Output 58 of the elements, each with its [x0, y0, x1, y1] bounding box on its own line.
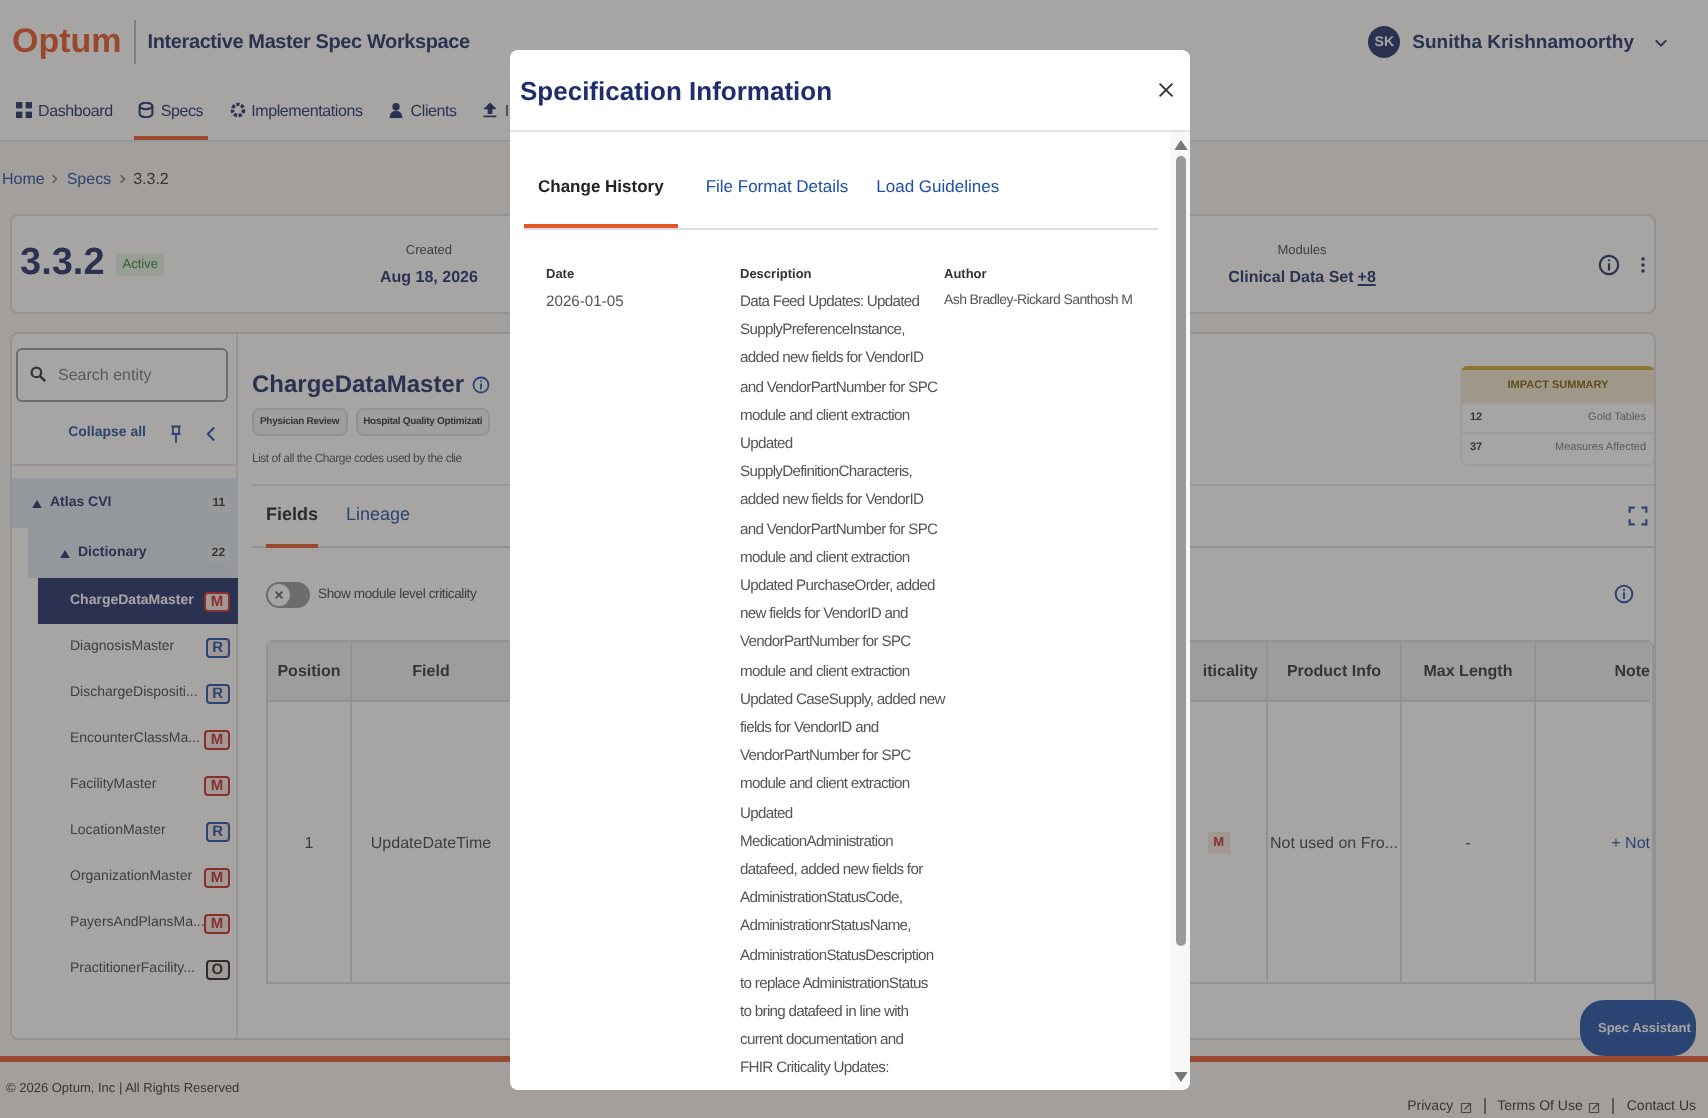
table-cell: -	[1402, 702, 1536, 982]
external-link-icon	[1459, 1102, 1472, 1114]
database-icon	[138, 102, 155, 118]
triangle-up-icon	[32, 499, 42, 507]
chevron-left-icon[interactable]	[206, 425, 216, 441]
chevron-right-icon	[119, 173, 126, 184]
external-link-icon	[1588, 1102, 1601, 1114]
person-icon	[388, 102, 405, 118]
expand-icon[interactable]	[1628, 506, 1648, 526]
column-header: Position	[268, 642, 352, 702]
arrow-down-icon[interactable]	[1173, 1072, 1187, 1082]
breadcrumb-item[interactable]: Home	[2, 169, 45, 188]
nav-tab[interactable]: Specs	[134, 84, 208, 140]
search-field[interactable]: Search entity	[16, 348, 228, 402]
dialog-tab[interactable]: Load Guidelines	[876, 148, 1000, 228]
modules-value: Clinical Data Set	[1228, 267, 1354, 286]
column-header: Field	[352, 642, 512, 702]
content-tab[interactable]: Fields	[266, 484, 319, 548]
table-cell: 1	[268, 702, 352, 982]
triangle-up-icon	[60, 549, 70, 557]
arrow-up-icon[interactable]	[1173, 140, 1187, 150]
breadcrumb-item: 3.3.2	[133, 169, 169, 188]
nav-tab[interactable]: I	[478, 84, 513, 140]
user-name[interactable]: Sunitha Krishnamoorthy	[1412, 31, 1634, 53]
chevron-right-icon	[52, 173, 59, 184]
spec-version: 3.3.2	[20, 242, 105, 287]
scrollbar[interactable]	[1170, 132, 1190, 1090]
nav-tab[interactable]: Dashboard	[12, 84, 117, 140]
gear-icon	[229, 102, 246, 118]
table-cell: Not used on Fro...	[1268, 702, 1402, 982]
column-header: Note	[1536, 642, 1650, 702]
nav-tab[interactable]: Implementations	[225, 84, 367, 140]
created-date: Aug 18, 2026	[380, 267, 478, 286]
cross-icon	[274, 589, 284, 599]
chevron-down-icon[interactable]	[1654, 37, 1668, 47]
column-header: Product Info	[1268, 642, 1402, 702]
upload-icon	[482, 102, 499, 118]
content-tab[interactable]: Lineage	[346, 484, 411, 548]
toggle-switch[interactable]	[266, 581, 310, 607]
info-icon[interactable]	[1614, 584, 1634, 604]
logo: Optum	[12, 22, 122, 62]
modules-more-link[interactable]: +8	[1357, 267, 1376, 286]
add-note-link[interactable]: + Not	[1611, 833, 1650, 851]
nav-tab[interactable]: Clients	[384, 84, 461, 140]
search-icon	[30, 366, 46, 382]
entity-title: ChargeDataMaster	[252, 370, 465, 398]
info-icon[interactable]	[1598, 253, 1620, 276]
dialog-title: Specification Information	[520, 75, 835, 105]
column-header: Max Length	[1402, 642, 1536, 702]
breadcrumb-item[interactable]: Specs	[66, 169, 112, 188]
dashboard-icon	[16, 102, 32, 118]
app-title: Interactive Master Spec Workspace	[147, 31, 470, 53]
dialog-tab[interactable]: File Format Details	[705, 148, 849, 228]
more-icon[interactable]	[1640, 253, 1646, 276]
pin-icon[interactable]	[170, 423, 182, 443]
dialog-tab[interactable]: Change History	[524, 148, 678, 228]
close-icon[interactable]	[1158, 82, 1174, 98]
info-icon[interactable]	[472, 375, 491, 393]
